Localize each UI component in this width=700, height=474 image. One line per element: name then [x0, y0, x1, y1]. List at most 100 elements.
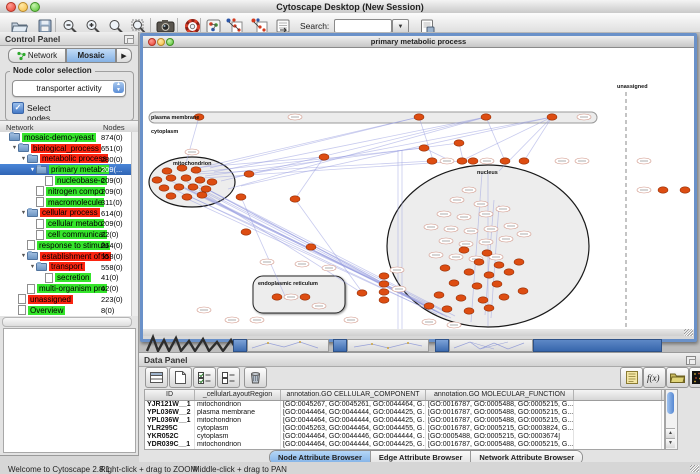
network-node[interactable]	[419, 145, 429, 151]
table-cell[interactable]: [GO:0045267, GO:0045261, GO:0044464, G..…	[281, 401, 426, 409]
tree-row-label[interactable]: multi-organism pro	[37, 284, 107, 293]
network-node[interactable]	[484, 272, 494, 278]
tree-row[interactable]: nucleobase-c209(0)	[0, 175, 138, 186]
network-node[interactable]	[191, 167, 201, 173]
table-cell[interactable]: [GO:0045263, GO:0044464, GO:0044455, G..…	[281, 425, 426, 433]
network-node[interactable]	[449, 280, 459, 286]
minimized-window-bar[interactable]	[247, 339, 329, 352]
resize-grip-icon[interactable]	[684, 329, 693, 336]
network-node[interactable]	[468, 158, 478, 164]
table-cell[interactable]: [GO:0044464, GO:0044444, GO:0044425, G..…	[281, 409, 426, 417]
network-node[interactable]	[181, 175, 191, 181]
network-node[interactable]	[427, 158, 437, 164]
table-column-header[interactable]: _cellularLayoutRegion	[195, 390, 281, 400]
tree-row[interactable]: multi-organism pro42(0)	[0, 283, 138, 294]
network-node[interactable]	[379, 273, 389, 279]
table-row[interactable]: YJR121W__1mitochondrion[GO:0045267, GO:0…	[145, 401, 664, 409]
tree-row-label[interactable]: primary metabo	[49, 165, 109, 174]
network-node[interactable]	[244, 171, 254, 177]
network-node[interactable]	[306, 244, 316, 250]
network-node[interactable]	[492, 281, 502, 287]
attribute-table-header[interactable]: ID_cellularLayoutRegionannotation.GO CEL…	[145, 390, 664, 401]
table-cell[interactable]	[574, 433, 662, 441]
network-node[interactable]	[319, 154, 329, 160]
network-node[interactable]	[680, 187, 690, 193]
tree-row-label[interactable]: nucleobase-c	[55, 176, 107, 185]
attribute-table[interactable]: ID_cellularLayoutRegionannotation.GO CEL…	[144, 389, 665, 450]
minimized-window-bar[interactable]	[347, 339, 429, 352]
tree-row[interactable]: macromolecule311(0)	[0, 197, 138, 208]
tree-row[interactable]: unassigned223(0)	[0, 294, 138, 305]
network-node[interactable]	[478, 297, 488, 303]
network-node[interactable]	[152, 177, 162, 183]
table-cell[interactable]: mitochondrion	[195, 417, 281, 425]
network-node[interactable]	[481, 114, 491, 120]
tree-row-label[interactable]: nitrogen compo	[46, 187, 105, 196]
notes-icon[interactable]	[620, 367, 643, 388]
tree-row-label[interactable]: macromolecule	[46, 198, 104, 207]
tree-row[interactable]: nitrogen compo209(0)	[0, 186, 138, 197]
tree-row[interactable]: secretion41(0)	[0, 272, 138, 283]
tree-row-label[interactable]: transport	[49, 262, 85, 271]
network-node[interactable]	[440, 265, 450, 271]
network-node[interactable]	[195, 177, 205, 183]
network-node[interactable]	[457, 158, 467, 164]
node-color-dropdown[interactable]: transporter activity ▲▼	[12, 80, 126, 97]
table-icon[interactable]	[145, 367, 168, 388]
table-cell[interactable]	[574, 401, 662, 409]
table-column-header[interactable]: annotation.GO MOLECULAR_FUNCTION	[426, 390, 574, 400]
table-cell[interactable]: [GO:0005488, GO:0005215, GO:0003674]	[426, 433, 574, 441]
table-cell[interactable]: [GO:0016787, GO:0005215, GO:0003824, G..…	[426, 425, 574, 433]
table-cell[interactable]	[574, 425, 662, 433]
expand-arrow-icon[interactable]: ▼	[11, 145, 18, 151]
network-window-titlebar[interactable]: primary metabolic process	[143, 36, 694, 48]
table-column-header[interactable]: ID	[145, 390, 195, 400]
network-node[interactable]	[519, 158, 529, 164]
network-node[interactable]	[454, 140, 464, 146]
network-node[interactable]	[188, 184, 198, 190]
minimized-window-icon[interactable]	[233, 339, 247, 352]
tree-row-label[interactable]: cell communicat	[46, 230, 107, 239]
tree-vertical-scrollbar[interactable]	[131, 132, 138, 316]
table-column-header[interactable]: annotation.GO CELLULAR_COMPONENT	[281, 390, 426, 400]
network-node[interactable]	[482, 250, 492, 256]
network-node[interactable]	[518, 288, 528, 294]
scrollbar-thumb[interactable]	[667, 392, 674, 414]
table-cell[interactable]: plasma membrane	[195, 409, 281, 417]
network-node[interactable]	[207, 179, 217, 185]
table-cell[interactable]: YKR052C	[145, 433, 195, 441]
table-cell[interactable]: [GO:0016787, GO:0005488, GO:0005215, G..…	[426, 441, 574, 449]
tree-row[interactable]: ▼transport558(0)	[0, 262, 138, 273]
network-view-window[interactable]: primary metabolic process plasma membran…	[140, 33, 697, 342]
network-node[interactable]	[658, 187, 668, 193]
table-row[interactable]: YPL036W__2plasma membrane[GO:0044464, GO…	[145, 409, 664, 417]
tree-row-label[interactable]: mosaic-demo-yeast	[22, 133, 96, 142]
table-cell[interactable]: YLR295C	[145, 425, 195, 433]
tree-row[interactable]: ▼establishment of lo558(0)	[0, 251, 138, 262]
network-node[interactable]	[379, 281, 389, 287]
network-node[interactable]	[547, 114, 557, 120]
tree-horizontal-scrollbar[interactable]	[2, 317, 132, 327]
network-node[interactable]	[459, 247, 469, 253]
table-column-header[interactable]	[574, 390, 662, 400]
select-attributes-icon[interactable]	[193, 367, 216, 388]
expand-arrow-icon[interactable]: ▼	[20, 156, 27, 162]
network-node[interactable]	[197, 192, 207, 198]
network-canvas[interactable]: plasma membranecytoplasmmitochondrionnuc…	[143, 48, 694, 329]
table-cell[interactable]: cytoplasm	[195, 425, 281, 433]
expand-arrow-icon[interactable]: ▼	[20, 253, 27, 259]
table-cell[interactable]	[574, 409, 662, 417]
tree-row[interactable]: ▼biological_process651(0)	[0, 143, 138, 154]
network-node[interactable]	[464, 269, 474, 275]
select-nodes-checkbox[interactable]: ✓	[12, 102, 24, 114]
network-edge[interactable]	[194, 117, 419, 169]
minimized-window-selected-bar[interactable]	[533, 339, 662, 352]
table-cell[interactable]: mitochondrion	[195, 401, 281, 409]
table-cell[interactable]: mitochondrion	[195, 441, 281, 449]
table-cell[interactable]: [GO:0016787, GO:0005488, GO:0005215, G..…	[426, 417, 574, 425]
table-cell[interactable]: YPL036W__2	[145, 409, 195, 417]
network-node[interactable]	[166, 175, 176, 181]
network-node[interactable]	[290, 196, 300, 202]
tree-row[interactable]: mosaic-demo-yeast874(0)	[0, 132, 138, 143]
attribute-table-body[interactable]: YJR121W__1mitochondrion[GO:0045267, GO:0…	[145, 401, 664, 449]
